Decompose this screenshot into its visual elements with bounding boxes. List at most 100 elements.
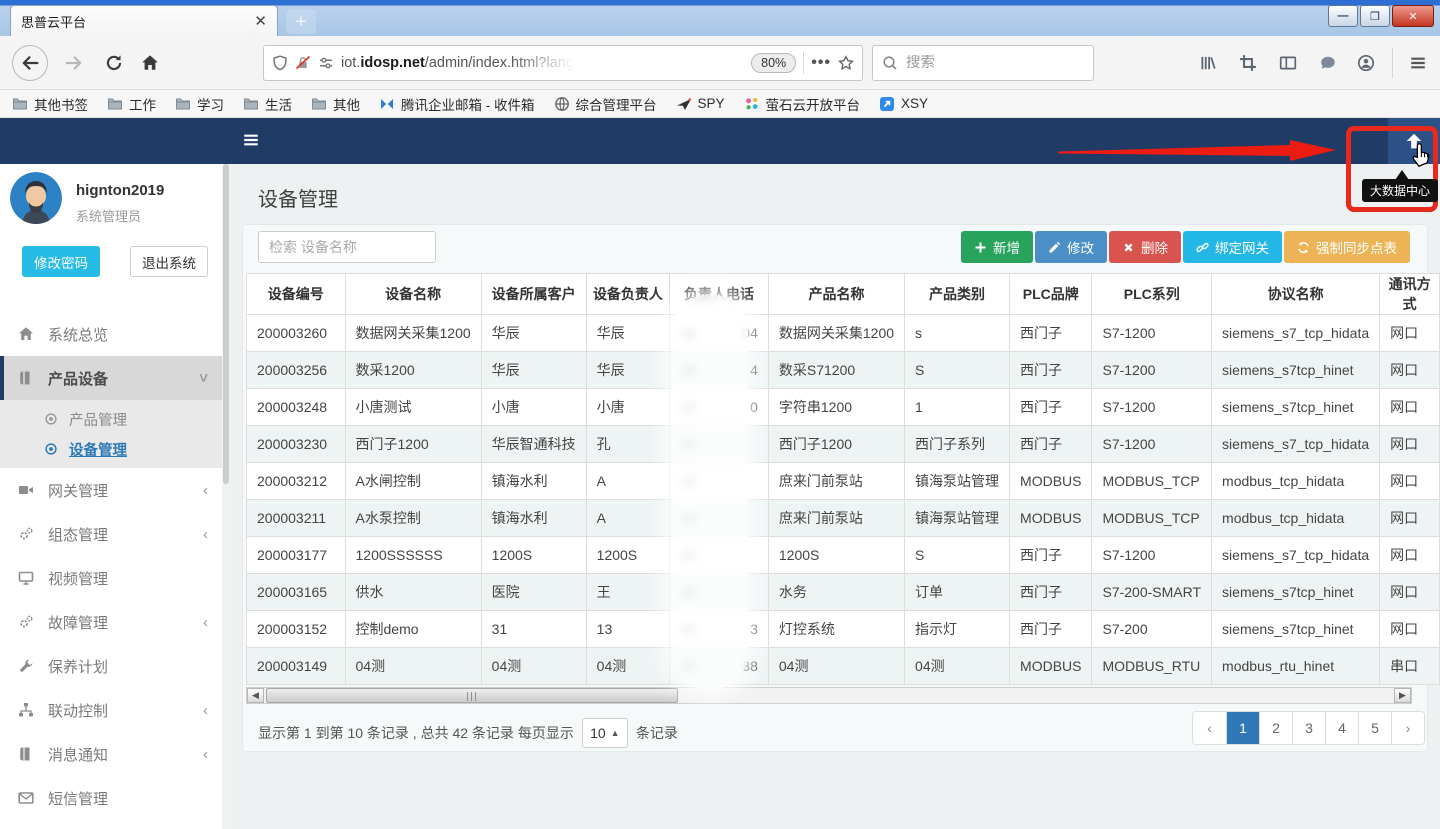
table-row[interactable]: 200003211A水泵控制镇海水利A13庶来门前泵站镇海泵站管理MODBUSM… — [247, 500, 1440, 537]
sidebar-item-保养计划[interactable]: 保养计划 — [0, 644, 222, 688]
sidebar-collapse-icon[interactable] — [242, 131, 262, 151]
cell: modbus_tcp_hidata — [1212, 463, 1380, 500]
table-row[interactable]: 200003230西门子1200华辰智通科技孔15西门子1200西门子系列西门子… — [247, 426, 1440, 463]
browser-search-input[interactable] — [906, 55, 1056, 71]
cross-button[interactable]: 删除 — [1109, 231, 1181, 263]
scroll-thumb[interactable] — [266, 688, 678, 703]
sidebar-toggle-icon[interactable] — [1276, 52, 1300, 74]
col-header[interactable]: 设备名称 — [345, 274, 481, 315]
sidebar-item-网关管理[interactable]: 网关管理 ‹ — [0, 468, 222, 512]
sidebar-item-消息通知[interactable]: 消息通知 ‹ — [0, 732, 222, 776]
cell: 西门子 — [1010, 537, 1092, 574]
cell: siemens_s7tcp_hinet — [1212, 574, 1380, 611]
browser-tab[interactable]: 思普云平台 ✕ — [10, 5, 278, 36]
table-row[interactable]: 200003248小唐测试小唐小唐130字符串12001西门子S7-1200si… — [247, 389, 1440, 426]
table-row[interactable]: 200003256数采1200华辰华辰184数采S71200S西门子S7-120… — [247, 352, 1440, 389]
sidebar-item-故障管理[interactable]: 故障管理 ‹ — [0, 600, 222, 644]
table-row[interactable]: 200003165供水医院王18水务订单西门子S7-200-SMARTsieme… — [247, 574, 1440, 611]
sidebar-item-系统总览[interactable]: 系统总览 — [0, 312, 222, 356]
next-page-button[interactable]: › — [1391, 712, 1424, 744]
bookmark-star-icon[interactable] — [838, 55, 854, 71]
refresh-button[interactable]: 强制同步点表 — [1284, 231, 1410, 263]
chat-extension-icon[interactable] — [1316, 52, 1340, 74]
table-row[interactable]: 200003260数据网关采集1200华辰华辰1804数据网关采集1200s西门… — [247, 315, 1440, 352]
page-button-4[interactable]: 4 — [1325, 712, 1358, 744]
cell: 网口 — [1380, 389, 1440, 426]
sidebar-subitem-设备管理[interactable]: 设备管理 — [0, 434, 222, 464]
device-search-input[interactable] — [258, 231, 436, 263]
page-button-2[interactable]: 2 — [1259, 712, 1292, 744]
table-row[interactable]: 20000314904测04测04测153804测04测MODBUSMODBUS… — [247, 648, 1440, 685]
col-header[interactable]: PLC品牌 — [1010, 274, 1092, 315]
sidebar-item-短信管理[interactable]: 短信管理 — [0, 776, 222, 820]
sidebar-item-partial[interactable] — [0, 820, 222, 829]
table-row[interactable]: 200003212A水闸控制镇海水利A13庶来门前泵站镇海泵站管理MODBUSM… — [247, 463, 1440, 500]
col-header[interactable]: 产品类别 — [905, 274, 1010, 315]
page-button-1[interactable]: 1 — [1226, 712, 1259, 744]
page-button-3[interactable]: 3 — [1292, 712, 1325, 744]
bookmark-plane[interactable]: SPY — [676, 96, 725, 112]
sidebar-item-视频管理[interactable]: 视频管理 — [0, 556, 222, 600]
col-header[interactable]: 设备所属客户 — [481, 274, 586, 315]
cell: 西门子系列 — [905, 426, 1010, 463]
table-hscrollbar[interactable]: ◀ ▶ — [246, 687, 1412, 704]
bookmark-xsy[interactable]: XSY — [879, 96, 928, 112]
url-bar[interactable]: iot.idosp.net/admin/index.html?langu 80%… — [263, 45, 863, 81]
bookmark-globe[interactable]: 综合管理平台 — [554, 94, 657, 114]
logout-button[interactable]: 退出系统 — [130, 246, 208, 277]
app-menu-icon[interactable] — [1406, 52, 1430, 74]
bookmark-folder[interactable]: 其他书签 — [12, 94, 88, 114]
cell: siemens_s7_tcp_hidata — [1212, 315, 1380, 352]
tab-close-icon[interactable]: ✕ — [254, 14, 267, 29]
insecure-lock-icon[interactable] — [295, 55, 311, 71]
library-icon[interactable] — [1196, 52, 1220, 74]
sidebar-subitem-产品管理[interactable]: 产品管理 — [0, 404, 222, 434]
bookmark-folder[interactable]: 其他 — [311, 94, 360, 114]
prev-page-button[interactable]: ‹ — [1193, 712, 1226, 744]
bookmark-folder[interactable]: 学习 — [175, 94, 224, 114]
bookmark-folder[interactable]: 工作 — [107, 94, 156, 114]
scroll-left-arrow[interactable]: ◀ — [247, 688, 264, 703]
tracking-protection-icon[interactable] — [272, 55, 288, 71]
pencil-button[interactable]: 修改 — [1035, 231, 1107, 263]
bookmark-folder[interactable]: 生活 — [243, 94, 292, 114]
bookmark-dots4[interactable]: 萤石云开放平台 — [744, 94, 861, 114]
zoom-badge[interactable]: 80% — [751, 53, 796, 73]
permissions-icon[interactable] — [318, 55, 334, 71]
col-header[interactable]: 通讯方式 — [1380, 274, 1440, 315]
plus-button[interactable]: 新增 — [961, 231, 1033, 263]
minimize-button[interactable]: — — [1328, 5, 1358, 27]
table-row[interactable]: 200003152控制demo3113153灯控系统指示灯西门子S7-200si… — [247, 611, 1440, 648]
screenshot-icon[interactable] — [1236, 52, 1260, 74]
browser-search[interactable] — [872, 45, 1094, 81]
back-button[interactable] — [12, 45, 48, 81]
col-header[interactable]: 设备负责人 — [586, 274, 670, 315]
sidebar-item-联动控制[interactable]: 联动控制 ‹ — [0, 688, 222, 732]
bookmark-exmail[interactable]: 腾讯企业邮箱 - 收件箱 — [379, 94, 535, 114]
col-header[interactable]: 产品名称 — [768, 274, 904, 315]
table-row[interactable]: 2000031771200SSSSSS1200S1200S151200SS西门子… — [247, 537, 1440, 574]
page-size-select[interactable]: 10▲ — [582, 718, 628, 748]
close-button[interactable]: ✕ — [1392, 5, 1434, 27]
reload-button[interactable] — [96, 45, 132, 81]
restore-button[interactable]: ❐ — [1360, 5, 1390, 27]
page-actions-icon[interactable]: ••• — [811, 54, 831, 72]
col-header[interactable]: 设备编号 — [247, 274, 346, 315]
new-tab-button[interactable]: + — [286, 10, 316, 34]
forward-button[interactable] — [56, 45, 92, 81]
book-icon — [18, 370, 34, 386]
sidebar-item-产品设备[interactable]: 产品设备 ˅ — [0, 356, 222, 400]
scroll-track[interactable] — [264, 688, 1394, 703]
scroll-right-arrow[interactable]: ▶ — [1394, 688, 1411, 703]
sidebar-item-组态管理[interactable]: 组态管理 ‹ — [0, 512, 222, 556]
col-header[interactable]: 协议名称 — [1212, 274, 1380, 315]
sidebar-scrollbar-thumb[interactable] — [223, 164, 229, 484]
bookmarks-bar: 其他书签 工作 学习 生活 其他 腾讯企业邮箱 - 收件箱 综合管理平台 SPY… — [0, 90, 1440, 118]
page-button-5[interactable]: 5 — [1358, 712, 1391, 744]
col-header[interactable]: PLC系列 — [1092, 274, 1212, 315]
cell: 西门子 — [1010, 426, 1092, 463]
change-password-button[interactable]: 修改密码 — [22, 246, 100, 277]
account-icon[interactable] — [1354, 52, 1378, 74]
link-button[interactable]: 绑定网关 — [1183, 231, 1282, 263]
home-button[interactable] — [132, 45, 168, 81]
